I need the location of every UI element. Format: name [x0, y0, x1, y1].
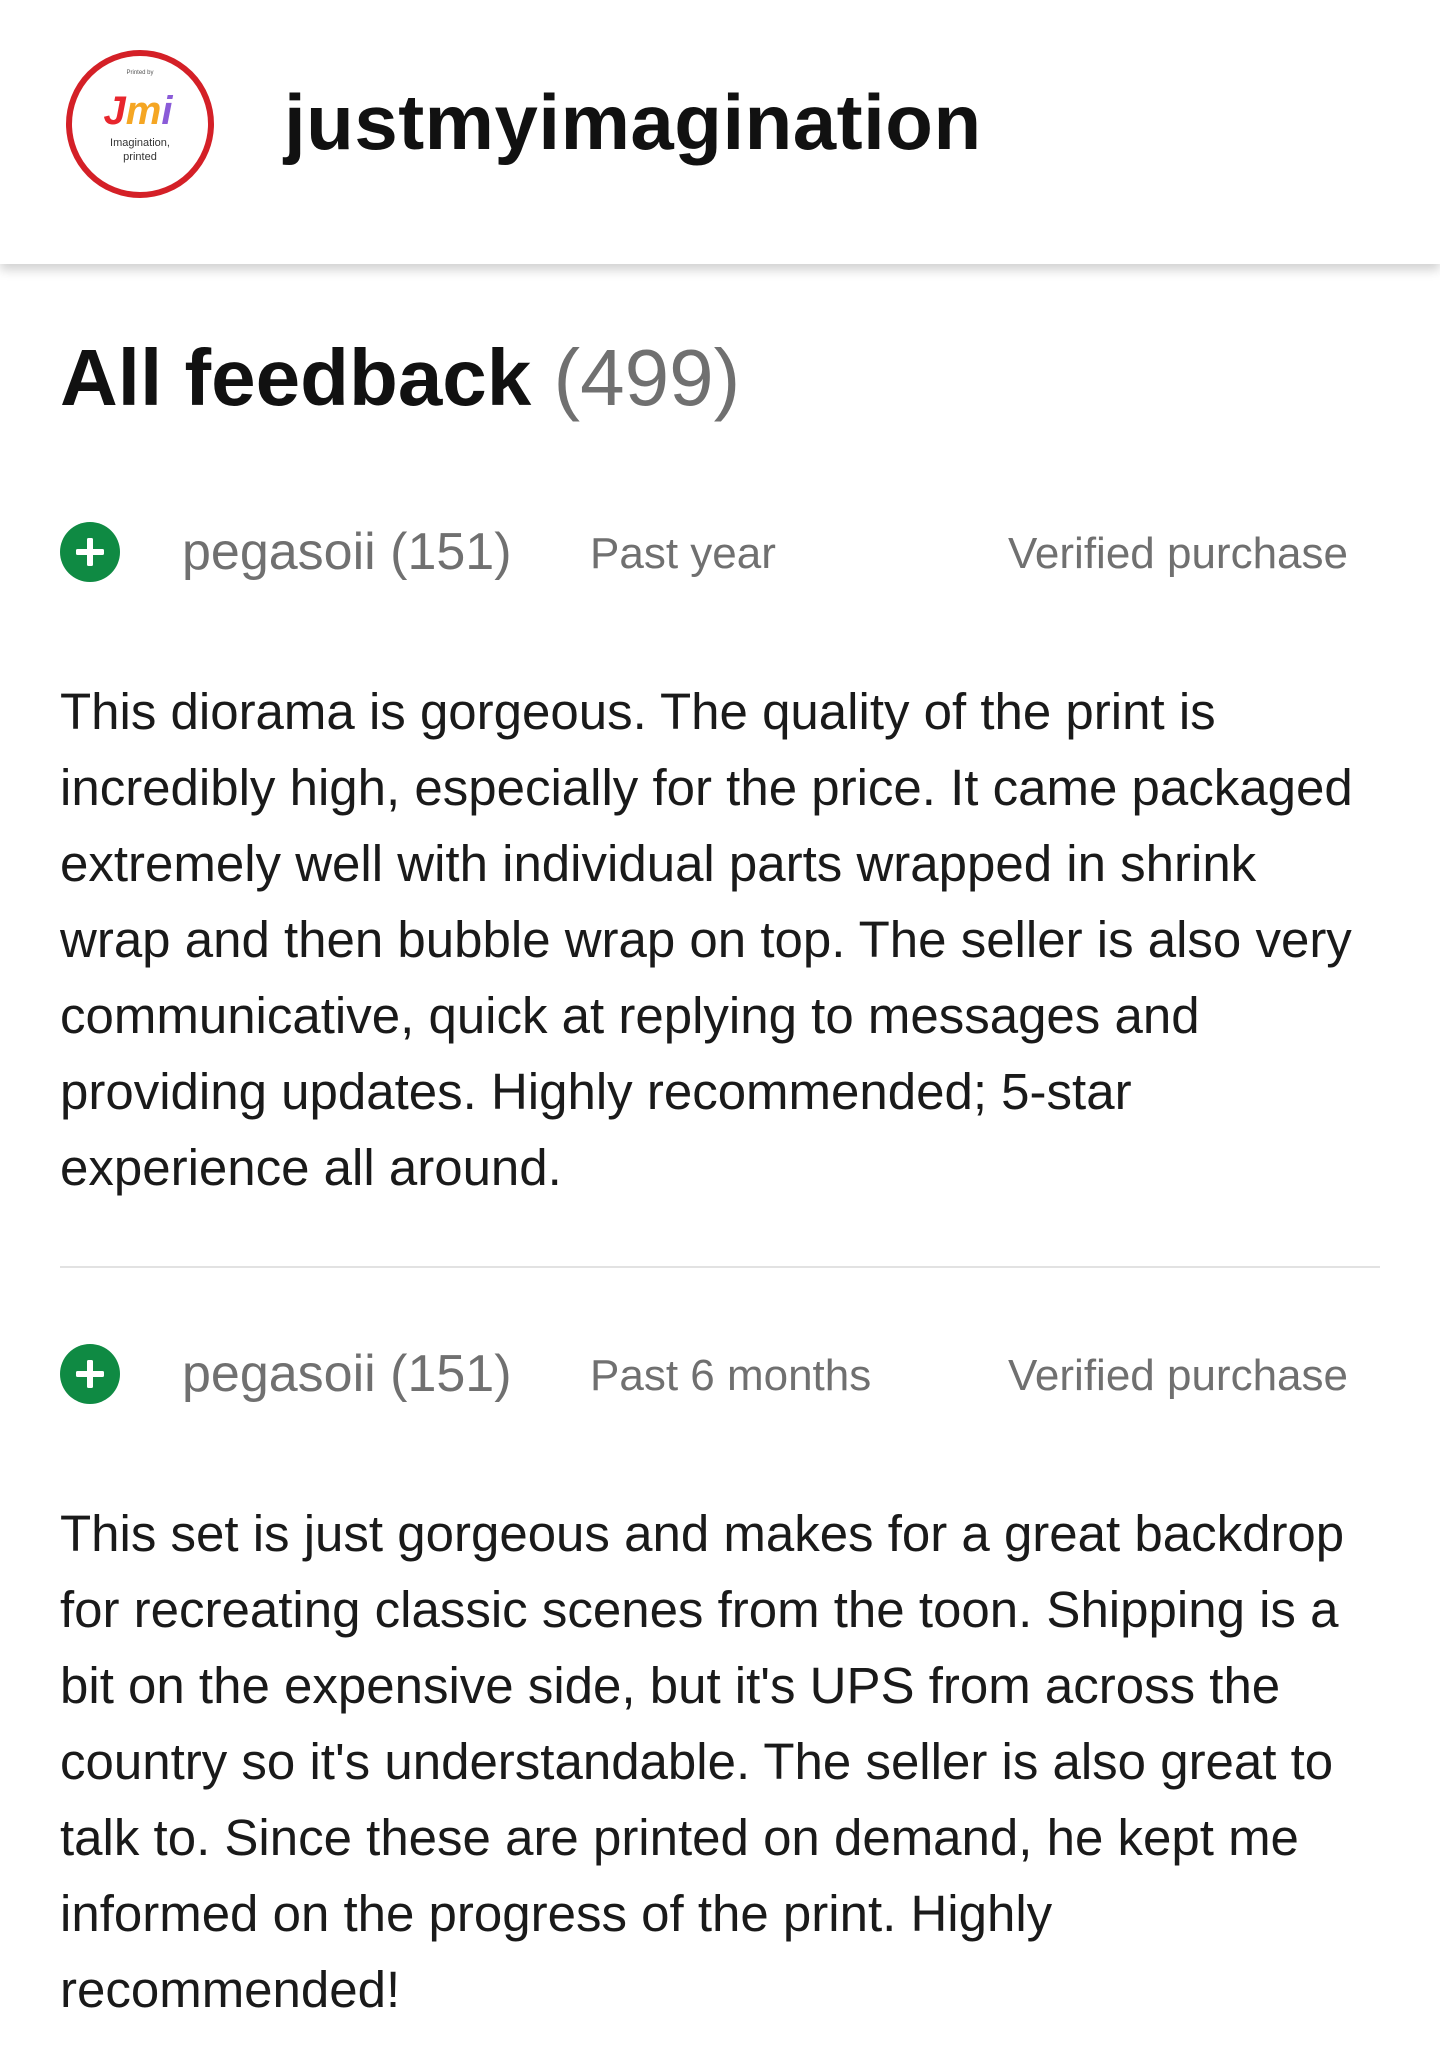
feedback-meta: pegasoii (151) Past year Verified purcha…: [0, 522, 1440, 582]
reviewer-name[interactable]: pegasoii (151): [182, 522, 512, 582]
verified-purchase-label: Verified purchase: [1008, 1351, 1348, 1400]
feedback-period: Past 6 months: [590, 1351, 872, 1400]
store-name[interactable]: justmyimagination: [284, 74, 982, 170]
logo-monogram: Jmi: [104, 89, 174, 133]
verified-purchase-label: Verified purchase: [1008, 529, 1348, 578]
page-title: All feedback (499): [60, 330, 740, 426]
page-title-text: All feedback: [60, 333, 532, 422]
plus-icon: [60, 522, 120, 582]
store-logo[interactable]: Printed by Jmi Imagination, printed: [66, 50, 214, 198]
feedback-text: This diorama is gorgeous. The quality of…: [60, 683, 1353, 1196]
store-header: Printed by Jmi Imagination, printed just…: [0, 0, 1440, 264]
reviewer-name[interactable]: pegasoii (151): [182, 1344, 512, 1404]
logo-tagline-2: printed: [123, 151, 157, 163]
feedback-meta: pegasoii (151) Past 6 months Verified pu…: [0, 1344, 1440, 1404]
feedback-divider: [60, 1266, 1380, 1268]
plus-icon: [60, 1344, 120, 1404]
jmi-logo-icon: Printed by Jmi Imagination, printed: [104, 70, 174, 163]
feedback-period: Past year: [590, 529, 776, 578]
feedback-text: This set is just gorgeous and makes for …: [60, 1505, 1345, 2018]
feedback-count: (499): [553, 333, 741, 422]
logo-tagline-1: Imagination,: [110, 137, 170, 149]
logo-top-text: Printed by: [126, 70, 153, 76]
